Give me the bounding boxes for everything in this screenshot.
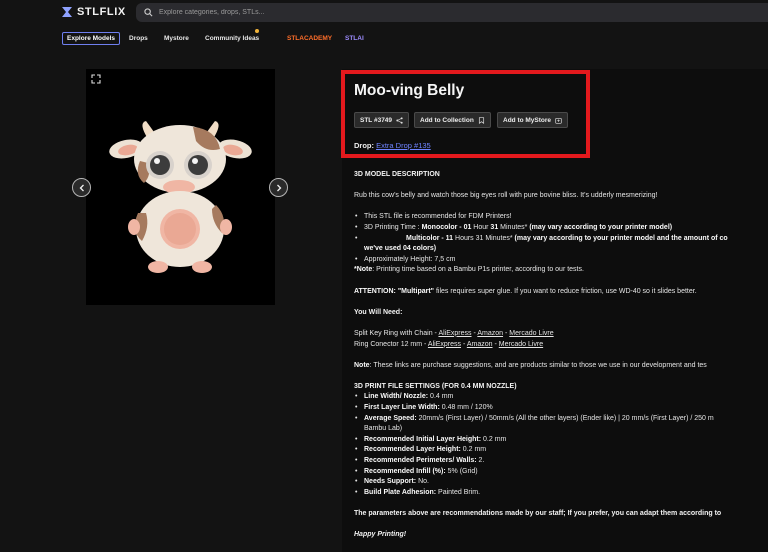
list-item: Line Width/ Nozzle: 0.4 mm [354,392,768,403]
stlflix-logo-icon [62,7,72,17]
chevron-right-icon [276,184,281,191]
nav-explore-models[interactable]: Explore Models [62,32,121,45]
amazon-link[interactable]: Amazon [477,330,503,337]
mercado-livre-link[interactable]: Mercado Livre [509,330,553,337]
share-icon [396,116,403,124]
drop-link[interactable]: Extra Drop #135 [376,141,431,150]
store-icon [555,117,562,124]
stl-id-share-button[interactable]: STL #3749 [354,112,410,128]
product-title: Moo-ving Belly [354,82,465,99]
list-item: Multicolor - 11 Hours 31 Minutes* (may v… [354,234,768,245]
drop-label: Drop: [354,141,374,150]
aliexpress-link[interactable]: AliExpress [438,330,471,337]
model-description: 3D MODEL DESCRIPTION Rub this cow's bell… [354,170,768,541]
parameters-note: The parameters above are recommendations… [354,510,722,517]
logo-text: STLFLIX [77,6,126,18]
gallery-next-button[interactable] [269,178,288,197]
description-intro: Rub this cow's belly and watch those big… [354,192,658,200]
stl-id-label: STL #3749 [360,116,393,124]
list-item: Average Speed: 20mm/s (First Layer) / 50… [354,414,768,425]
search-bar[interactable] [136,3,768,22]
bookmark-icon [478,116,484,124]
add-to-mystore-label: Add to MyStore [503,116,552,124]
expand-icon[interactable] [91,74,101,84]
list-item: Recommended Layer Height: 0.2 mm [354,445,768,456]
print-settings-list: Line Width/ Nozzle: 0.4 mm First Layer L… [354,392,768,498]
cow-figure-image [109,121,252,273]
list-item: Needs Support: No. [354,477,768,488]
print-settings-heading: 3D PRINT FILE SETTINGS (FOR 0.4 MM NOZZL… [354,382,517,390]
print-info-list: This STL file is recommended for FDM Pri… [354,212,768,244]
mercado-livre-link[interactable]: Mercado Livre [499,341,543,348]
you-will-need-heading: You Will Need: [354,308,403,316]
need-item-key-ring: Split Key Ring with Chain - AliExpress -… [354,329,554,337]
list-item: This STL file is recommended for FDM Pri… [354,212,768,223]
search-input[interactable] [159,9,719,16]
list-item: Recommended Initial Layer Height: 0.2 mm [354,435,768,446]
add-to-collection-label: Add to Collection [420,116,474,124]
happy-printing: Happy Printing! [354,531,407,539]
gallery-prev-button[interactable] [72,178,91,197]
need-item-ring-connector: Ring Conector 12 mm - AliExpress - Amazo… [354,340,544,348]
amazon-link[interactable]: Amazon [467,341,493,348]
add-to-collection-button[interactable]: Add to Collection [414,112,491,128]
speed-continued: Bambu Lab) [364,425,403,433]
nav-stlai[interactable]: STLAI [345,32,364,45]
printing-time-note: *Note: Printing time based on a Bambu P1… [354,266,584,274]
nav-stlacademy[interactable]: STLACADEMY [287,32,332,45]
list-item: Recommended Infill (%): 5% (Grid) [354,467,768,478]
multicolor-note-continued: we've used 04 colors) [364,245,437,253]
list-item: Build Plate Adhesion: Painted Brim. [354,488,768,499]
stlflix-logo[interactable]: STLFLIX [61,6,126,18]
top-header: STLFLIX [0,0,768,28]
description-heading: 3D MODEL DESCRIPTION [354,171,440,178]
drop-info: Drop: Extra Drop #135 [354,141,431,150]
chevron-left-icon [79,184,84,191]
list-item: Approximately Height: 7,5 cm [354,255,768,266]
product-image-gallery[interactable] [86,69,275,305]
notification-dot [255,29,259,33]
purchase-links-note: Note: These links are purchase suggestio… [354,361,707,369]
nav-community-ideas[interactable]: Community Ideas [205,32,259,45]
add-to-mystore-button[interactable]: Add to MyStore [497,112,569,128]
height-list: Approximately Height: 7,5 cm [354,255,768,266]
nav-drops[interactable]: Drops [129,32,148,45]
search-icon [144,8,153,17]
attention-note: ATTENTION: "Multipart" files requires su… [354,287,697,295]
nav-mystore[interactable]: Mystore [164,32,189,45]
list-item: Recommended Perimeters/ Walls: 2. [354,456,768,467]
list-item: First Layer Line Width: 0.48 mm / 120% [354,403,768,414]
list-item: 3D Printing Time : Monocolor - 01 Hour 3… [354,223,768,234]
aliexpress-link[interactable]: AliExpress [428,341,461,348]
